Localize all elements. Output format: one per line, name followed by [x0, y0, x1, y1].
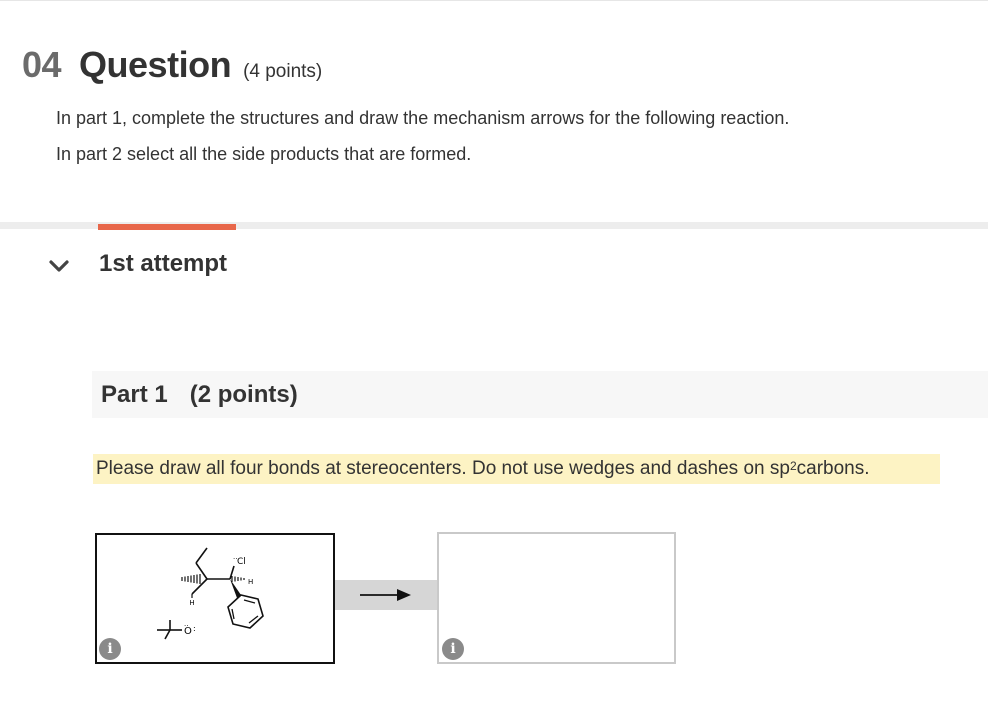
question-number: 04 [22, 44, 62, 85]
right-arrow-icon [360, 589, 411, 601]
bond-line [243, 599, 256, 604]
lone-pair-dots: .. [233, 553, 237, 561]
reaction-arrow-strip [335, 580, 437, 610]
stereo-instruction-note: Please draw all four bonds at stereocent… [93, 454, 940, 484]
hashed-wedge-left [181, 574, 201, 584]
bond-line [195, 547, 208, 564]
chloride-label: Cl [237, 557, 246, 567]
hashed-wedge-right [231, 576, 245, 582]
question-points: (4 points) [243, 61, 323, 82]
note-text-end: carbons. [796, 458, 870, 479]
part-points: (2 points) [189, 380, 298, 408]
note-superscript: 2 [789, 459, 797, 473]
lone-pair-dots: .. [184, 620, 188, 628]
part-header: Part 1 (2 points) [92, 371, 988, 418]
top-divider [0, 0, 988, 1]
info-icon[interactable]: i [442, 638, 464, 660]
instruction-line-2: In part 2 select all the side products t… [56, 144, 472, 164]
question-header: 04 Question (4 points) [22, 44, 322, 94]
hydrogen-label-left: H [189, 599, 194, 607]
charge-sign: : [193, 624, 196, 633]
reactant-structure: H Cl .. H O .. : [157, 547, 264, 640]
instruction-line-1: In part 1, complete the structures and d… [56, 108, 790, 128]
bond-line [195, 562, 208, 580]
solid-wedge [230, 579, 241, 598]
product-drawing-box[interactable] [437, 532, 676, 664]
attempt-active-indicator [98, 224, 236, 230]
part-label: Part 1 [101, 380, 168, 408]
attempt-title[interactable]: 1st attempt [99, 250, 227, 278]
bond-line [231, 608, 235, 620]
collapse-chevron-icon[interactable] [46, 256, 72, 276]
bond-line [164, 629, 171, 640]
question-title: Question [79, 44, 232, 85]
hydrogen-label-right: H [248, 578, 253, 586]
info-icon[interactable]: i [99, 638, 121, 660]
note-text-start: Please draw all four bonds at stereocent… [96, 458, 790, 479]
